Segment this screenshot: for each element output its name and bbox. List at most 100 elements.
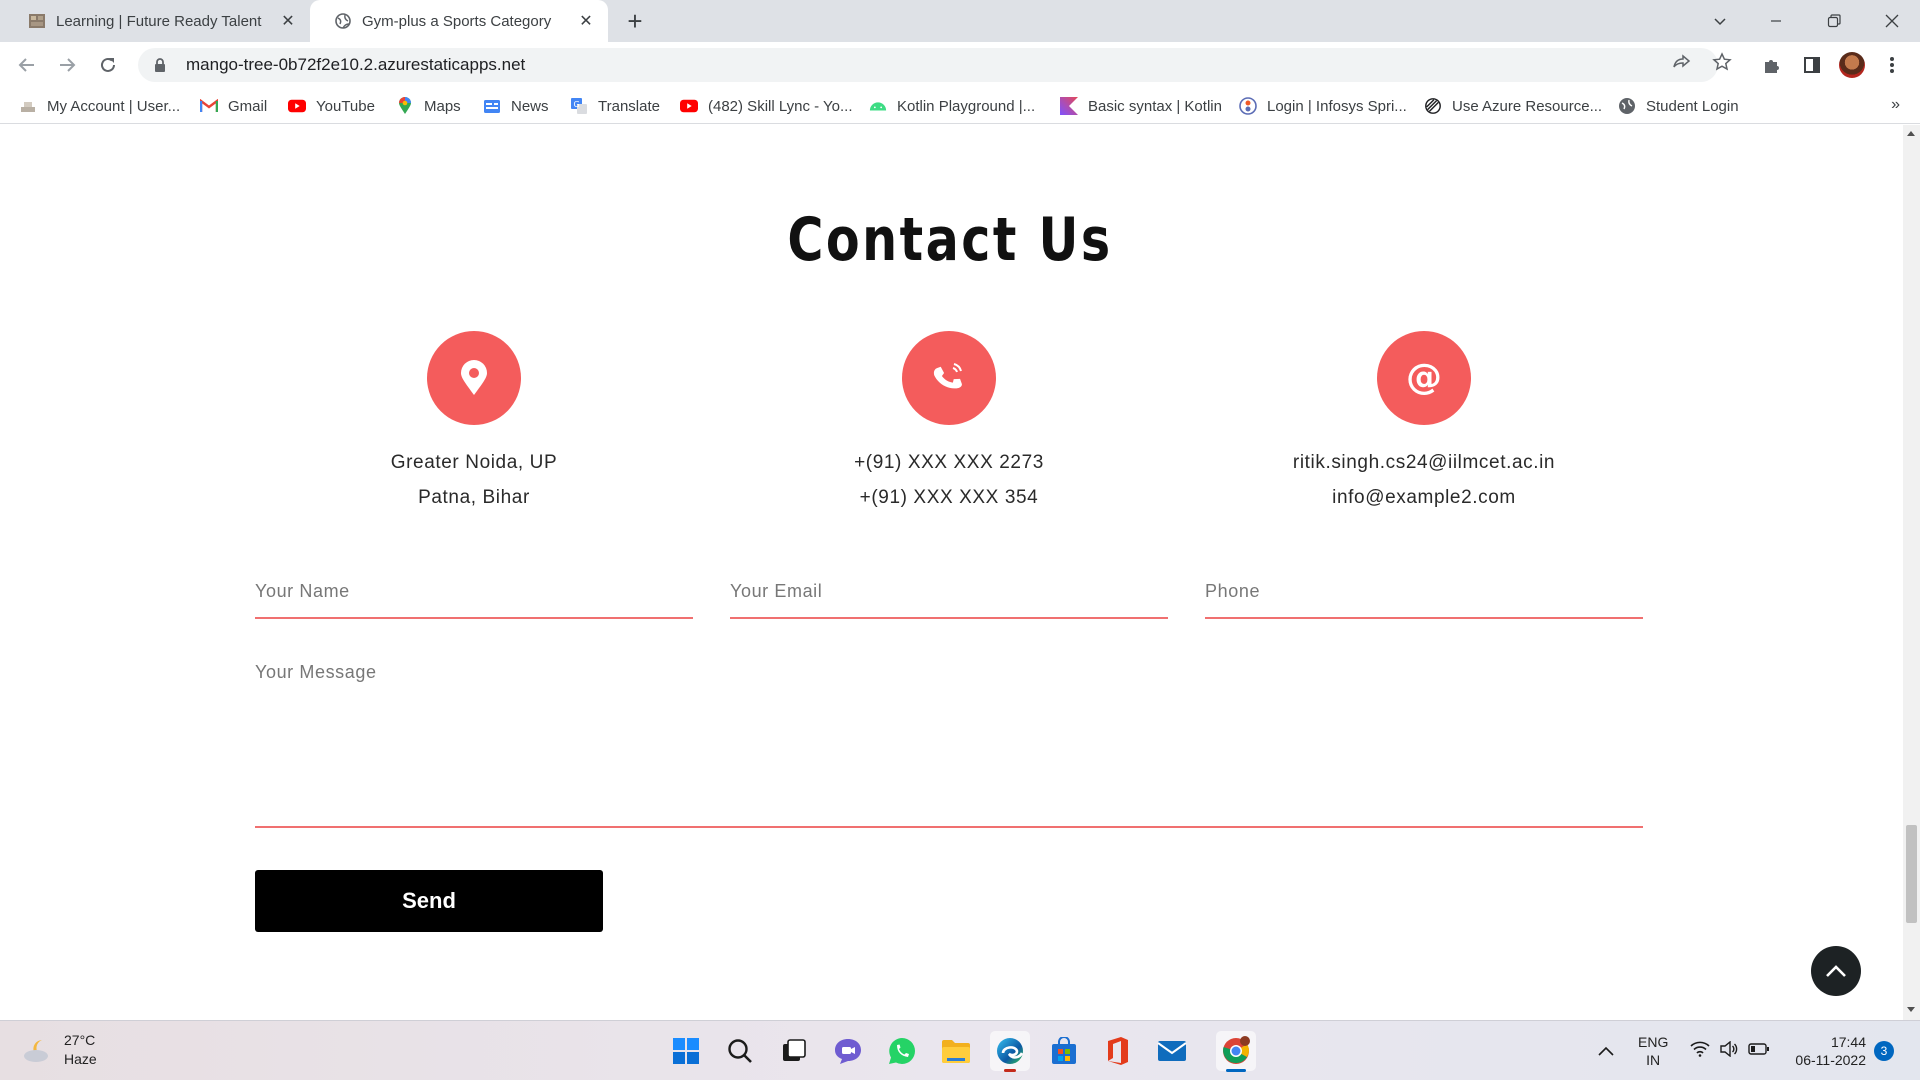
battery-icon (1748, 1043, 1769, 1055)
lock-icon (155, 58, 165, 72)
phone-input[interactable] (1205, 581, 1643, 602)
edge-button[interactable] (990, 1031, 1030, 1072)
bookmark-azure[interactable]: Use Azure Resource... (1424, 94, 1602, 118)
svg-text:G: G (574, 100, 580, 109)
close-icon[interactable]: ✕ (576, 11, 596, 31)
bookmark-news[interactable]: News (483, 94, 549, 118)
taskbar: 27°C Haze ENG IN 17:44 06-11-2022 3 (0, 1020, 1920, 1080)
search-button[interactable] (720, 1031, 760, 1071)
bookmark-maps[interactable]: Maps (396, 94, 461, 118)
tab-title: Learning | Future Ready Talent (56, 12, 262, 30)
address-bar[interactable]: mango-tree-0b72f2e10.2.azurestaticapps.n… (138, 48, 1718, 82)
whatsapp-button[interactable] (882, 1031, 922, 1071)
language-indicator[interactable]: ENG IN (1638, 1033, 1668, 1069)
bookmark-student-login[interactable]: Student Login (1618, 94, 1739, 118)
teams-chat-button[interactable] (828, 1031, 868, 1071)
back-button[interactable] (13, 51, 41, 79)
contact-phone: +(91) XXX XXX 2273 +(91) XXX XXX 354 (739, 331, 1159, 515)
page-scrollbar[interactable] (1903, 125, 1920, 1020)
at-sign-icon: @ (1377, 331, 1471, 425)
bookmark-gmail[interactable]: Gmail (200, 94, 267, 118)
chat-icon (835, 1039, 861, 1064)
kotlin-icon (1060, 97, 1078, 115)
system-tray (1598, 1031, 1614, 1071)
tab-strip: Learning | Future Ready Talent ✕ Gym-plu… (0, 0, 1920, 42)
weather-condition: Haze (64, 1051, 97, 1067)
page-title: Contact Us (787, 205, 1113, 275)
phone-icon (902, 331, 996, 425)
bookmark-label: Student Login (1646, 97, 1739, 115)
bookmark-kotlin-playground[interactable]: Kotlin Playground |... (869, 94, 1035, 118)
browser-toolbar: mango-tree-0b72f2e10.2.azurestaticapps.n… (0, 42, 1920, 88)
bookmark-youtube[interactable]: YouTube (288, 94, 375, 118)
bookmark-label: Kotlin Playground |... (897, 97, 1036, 115)
contact-email: @ ritik.singh.cs24@iilmcet.ac.in info@ex… (1214, 331, 1634, 515)
azure-icon (1424, 97, 1442, 115)
bookmark-star-icon[interactable] (1708, 48, 1736, 76)
share-icon[interactable] (1668, 48, 1696, 76)
scroll-up-arrow-icon[interactable] (1907, 131, 1915, 136)
close-window-button[interactable] (1864, 0, 1920, 42)
globe-icon (1618, 97, 1636, 115)
restore-button[interactable] (1806, 0, 1862, 42)
profile-avatar[interactable] (1838, 51, 1866, 79)
phone-line-2: +(91) XXX XXX 354 (859, 487, 1039, 508)
file-explorer-button[interactable] (936, 1031, 976, 1071)
bookmark-translate[interactable]: G Translate (570, 94, 660, 118)
folder-icon (942, 1040, 970, 1063)
bookmark-skill-lync[interactable]: (482) Skill Lync - Yo... (680, 94, 853, 118)
email-input[interactable] (730, 581, 1168, 602)
bookmark-infosys[interactable]: Login | Infosys Spri... (1239, 94, 1407, 118)
bookmarks-bar: My Account | User... Gmail YouTube Maps … (0, 88, 1920, 124)
chrome-icon (1223, 1036, 1250, 1064)
store-button[interactable] (1044, 1031, 1084, 1071)
chevron-up-icon[interactable] (1598, 1046, 1614, 1056)
message-textarea[interactable] (255, 662, 1643, 812)
store-icon (1052, 1037, 1076, 1064)
task-view-button[interactable] (774, 1031, 814, 1071)
extensions-puzzle-icon[interactable] (1758, 51, 1786, 79)
office-button[interactable] (1098, 1031, 1138, 1071)
mail-icon (1157, 1041, 1187, 1061)
tab-gym-plus[interactable]: Gym-plus a Sports Category ✕ (310, 0, 608, 42)
bookmark-label: My Account | User... (47, 97, 181, 115)
search-icon (728, 1039, 752, 1063)
bookmark-kotlin-syntax[interactable]: Basic syntax | Kotlin (1060, 94, 1222, 118)
side-panel-icon[interactable] (1798, 51, 1826, 79)
name-input[interactable] (255, 581, 693, 602)
bookmark-my-account[interactable]: My Account | User... (19, 94, 180, 118)
language-code: ENG (1638, 1034, 1669, 1050)
send-button[interactable]: Send (255, 870, 603, 932)
close-icon[interactable]: ✕ (278, 11, 298, 31)
reload-button[interactable] (94, 51, 122, 79)
more-bookmarks-chevron-icon[interactable]: » (1891, 96, 1900, 114)
contact-address: Greater Noida, UP Patna, Bihar (264, 331, 684, 515)
clock[interactable]: 17:44 06-11-2022 (1790, 1033, 1866, 1069)
tab-learning[interactable]: Learning | Future Ready Talent ✕ (4, 0, 310, 42)
active-indicator (1004, 1069, 1016, 1072)
weather-widget[interactable]: 27°C Haze (22, 1031, 97, 1069)
maps-icon (396, 97, 414, 115)
mail-button[interactable] (1152, 1031, 1192, 1071)
new-tab-button[interactable]: + (622, 8, 648, 35)
message-field-wrapper (255, 662, 1643, 828)
chrome-button[interactable] (1216, 1031, 1256, 1072)
minimize-button[interactable] (1748, 0, 1804, 42)
quick-settings[interactable] (1690, 1041, 1770, 1057)
bookmark-label: Use Azure Resource... (1452, 97, 1603, 115)
site-favicon-icon (29, 14, 45, 28)
weather-temp: 27°C (64, 1032, 96, 1048)
office-icon (1108, 1037, 1128, 1065)
translate-icon: G (570, 97, 588, 115)
tab-search-chevron-icon[interactable] (1692, 0, 1748, 42)
forward-button[interactable] (53, 51, 81, 79)
scroll-down-arrow-icon[interactable] (1907, 1007, 1915, 1012)
notification-badge[interactable]: 3 (1874, 1041, 1894, 1061)
menu-kebab-icon[interactable] (1878, 51, 1906, 79)
volume-icon (1720, 1041, 1738, 1057)
scroll-to-top-button[interactable] (1811, 946, 1861, 996)
start-button[interactable] (666, 1031, 706, 1071)
scrollbar-thumb[interactable] (1906, 825, 1917, 923)
youtube-icon (288, 97, 306, 115)
clock-time: 17:44 (1830, 1034, 1866, 1050)
